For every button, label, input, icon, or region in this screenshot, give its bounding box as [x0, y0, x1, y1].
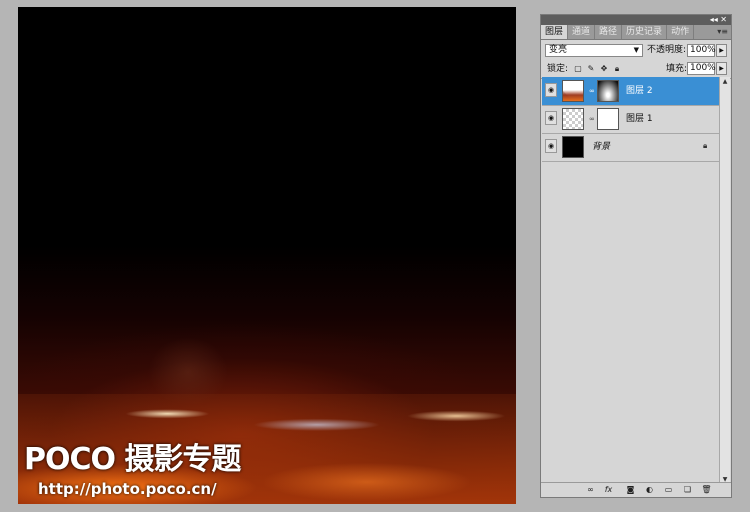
blend-row: 变亮 ▼ 不透明度: 100% ▶: [541, 40, 731, 60]
layer-thumbnail[interactable]: [562, 80, 584, 102]
opacity-slider-button[interactable]: ▶: [716, 44, 727, 57]
layer-name[interactable]: 背景: [592, 133, 610, 161]
eye-icon[interactable]: ◉: [545, 83, 557, 97]
opacity-input[interactable]: 100%: [687, 44, 716, 57]
chain-link-icon[interactable]: ∞: [589, 114, 595, 124]
watermark-url: http://photo.poco.cn/: [38, 480, 217, 498]
lock-transparency-icon[interactable]: ▢: [573, 64, 583, 74]
layer-mask-thumbnail[interactable]: [597, 80, 619, 102]
watermark-logo: POCO 摄影专题: [24, 442, 241, 477]
layer-thumbnail[interactable]: [562, 108, 584, 130]
collapse-icon[interactable]: ◂◂ ✕: [710, 15, 727, 25]
lock-position-icon[interactable]: ✥: [599, 64, 609, 74]
lock-label: 锁定:: [547, 64, 569, 74]
document-canvas[interactable]: POCO 摄影专题 http://photo.poco.cn/: [18, 7, 516, 504]
layer-mask-thumbnail[interactable]: [597, 108, 619, 130]
add-mask-icon[interactable]: ◙: [625, 484, 636, 495]
fill-input[interactable]: 100%: [687, 62, 716, 75]
layer-thumbnail[interactable]: [562, 136, 584, 158]
tab-channels[interactable]: 通道: [568, 25, 596, 39]
panel-titlebar[interactable]: ◂◂ ✕: [541, 15, 731, 25]
panel-tabs: 图层 通道 路径 历史记录 动作 ▾≡: [541, 25, 731, 40]
adjustment-layer-icon[interactable]: ◐: [644, 484, 655, 495]
lock-icon: 🔒︎: [703, 141, 708, 150]
layer-row-1[interactable]: ◉ ∞ 图层 1: [542, 105, 719, 134]
lock-all-icon[interactable]: 🔒︎: [612, 64, 622, 74]
layer-style-icon[interactable]: fx: [603, 484, 614, 495]
layer-row-background[interactable]: ◉ 背景 🔒︎: [542, 133, 719, 162]
link-layers-icon[interactable]: ∞: [585, 484, 596, 495]
group-folder-icon[interactable]: ▭: [663, 484, 674, 495]
fill-label: 填充:: [666, 64, 688, 74]
panel-menu-icon[interactable]: ▾≡: [717, 25, 728, 39]
blend-mode-select[interactable]: 变亮 ▼: [545, 44, 643, 57]
chevron-down-icon: ▼: [633, 46, 639, 54]
layers-panel: ◂◂ ✕ 图层 通道 路径 历史记录 动作 ▾≡ 变亮 ▼ 不透明度: 100%…: [540, 14, 732, 498]
blend-mode-value: 变亮: [549, 45, 568, 55]
lock-image-icon[interactable]: ✎: [586, 64, 596, 74]
layer-name[interactable]: 图层 1: [626, 105, 653, 133]
new-layer-icon[interactable]: ❏: [682, 484, 693, 495]
layer-name[interactable]: 图层 2: [626, 77, 653, 105]
tab-actions[interactable]: 动作: [667, 25, 695, 39]
layers-scrollbar[interactable]: ▲ ▼: [719, 77, 730, 485]
trash-icon[interactable]: 🗑︎: [701, 484, 712, 495]
fill-slider-button[interactable]: ▶: [716, 62, 727, 75]
tab-history[interactable]: 历史记录: [622, 25, 668, 39]
tab-paths[interactable]: 路径: [595, 25, 623, 39]
chain-link-icon[interactable]: ∞: [589, 86, 595, 96]
opacity-label: 不透明度:: [647, 45, 687, 55]
tab-layers[interactable]: 图层: [541, 25, 569, 39]
panel-bottom-toolbar: ∞ fx ◙ ◐ ▭ ❏ 🗑︎: [541, 482, 731, 497]
layer-row-2[interactable]: ◉ ∞ 图层 2: [542, 77, 719, 106]
eye-icon[interactable]: ◉: [545, 139, 557, 153]
layers-list: ◉ ∞ 图层 2 ◉ ∞ 图层 1 ◉ 背景 🔒︎: [542, 77, 719, 485]
eye-icon[interactable]: ◉: [545, 111, 557, 125]
scroll-up-icon[interactable]: ▲: [720, 77, 730, 87]
